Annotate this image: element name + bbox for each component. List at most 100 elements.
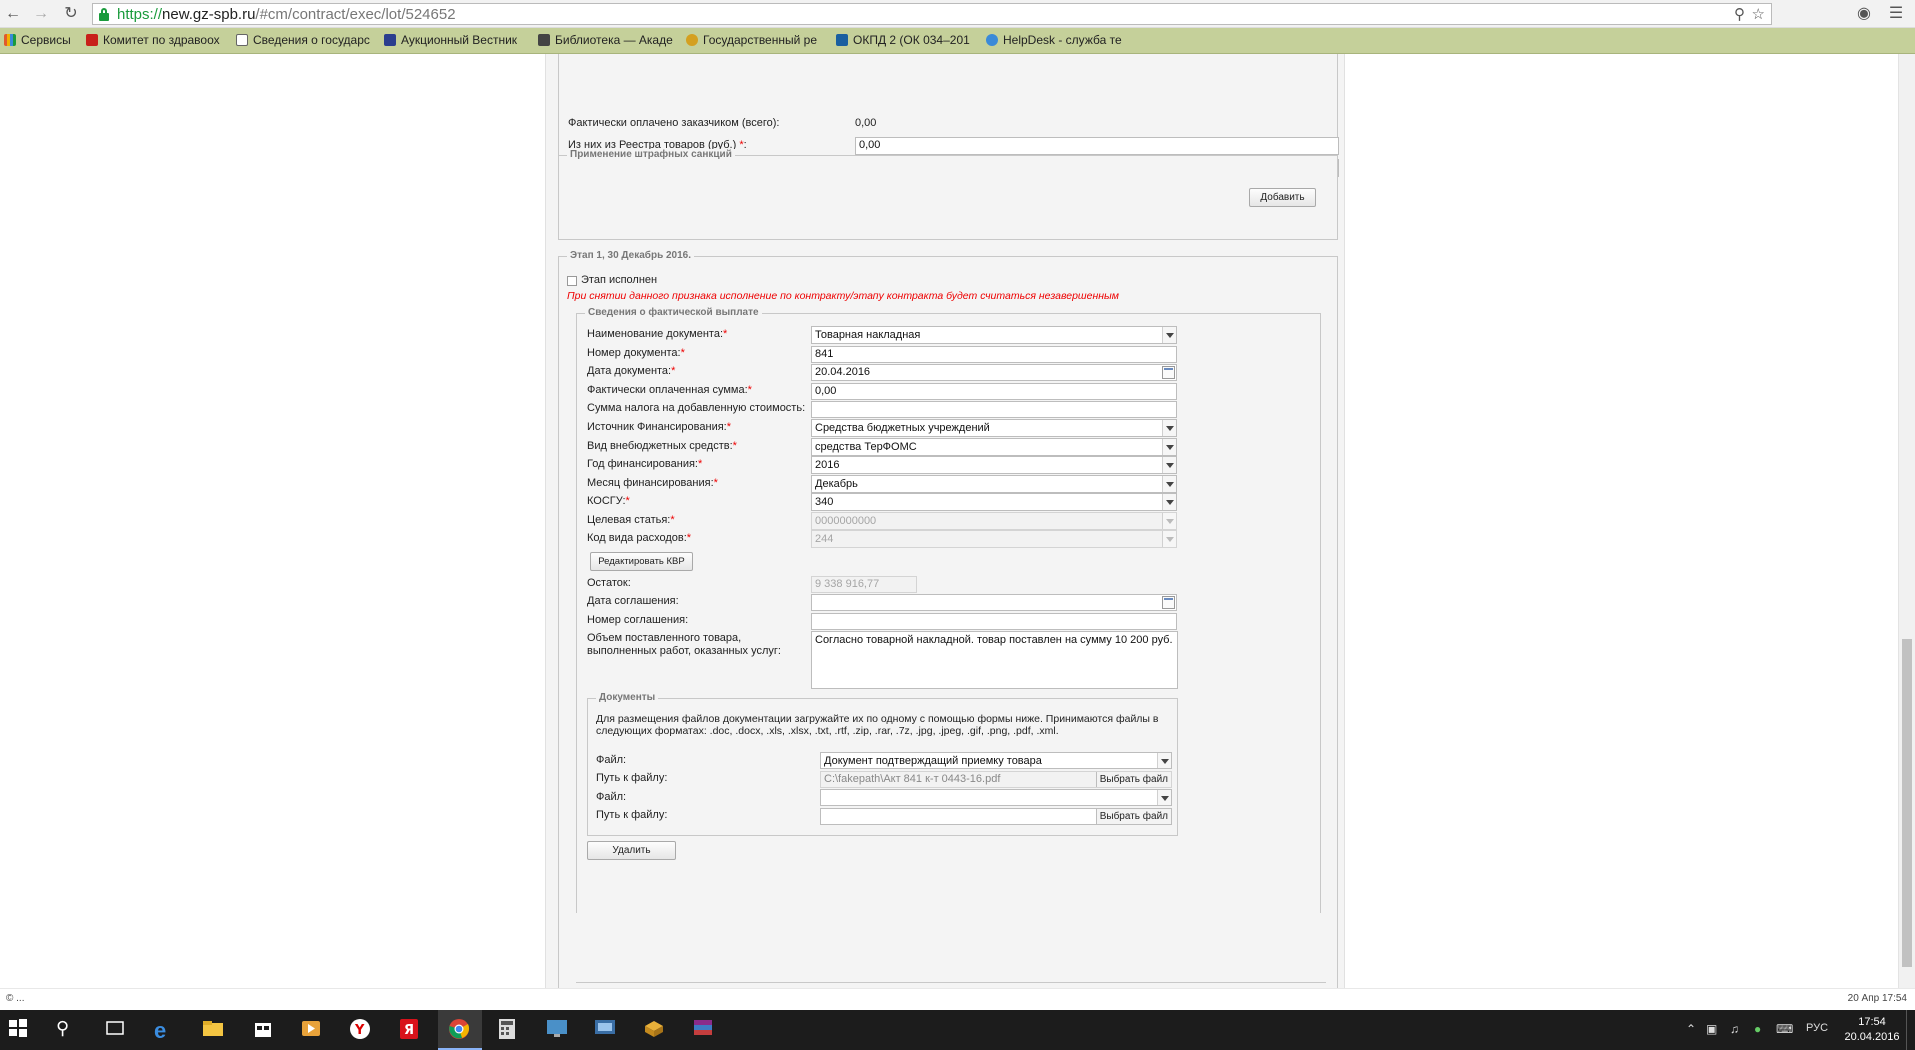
choose-file-button-1[interactable]: Выбрать файл [1095,772,1171,787]
delete-button[interactable]: Удалить [587,841,676,860]
calculator-icon[interactable] [497,1018,521,1042]
tray-chevron-icon[interactable]: ⌃ [1686,1022,1696,1036]
bookmarks-bar: Сервисы Комитет по здравоох Сведения о г… [0,28,1915,54]
stage-fieldset: Этап 1, 30 Декабрь 2016. Этап исполнен П… [558,250,1338,988]
zoom-icon[interactable]: ⚲ [1734,5,1745,23]
paid-total-label: Фактически оплачено заказчиком (всего): [568,117,780,129]
archive-icon[interactable] [643,1018,667,1042]
doc-number-input[interactable]: 841 [811,346,1177,363]
remote-desktop-icon[interactable] [546,1018,570,1042]
browser-toolbar: ← → ↻ https://new.gz-spb.ru/#cm/contract… [0,0,1915,28]
show-desktop-divider[interactable] [1906,1010,1907,1050]
documents-legend: Документы [596,692,659,703]
doc-name-select[interactable]: Товарная накладная [811,326,1177,344]
target-article-label: Целевая статья:* [587,514,675,526]
chevron-down-icon [1162,494,1176,510]
page-content: Фактически оплачено заказчиком (всего): … [0,54,1915,988]
stage-legend: Этап 1, 30 Декабрь 2016. [567,250,695,261]
language-indicator[interactable]: РУС [1806,1022,1828,1034]
registry-input[interactable]: 0,00 [855,137,1339,155]
source-select[interactable]: Средства бюджетных учреждений [811,419,1177,437]
page-scrollbar[interactable] [1898,54,1915,988]
reload-icon[interactable]: ↻ [60,4,82,24]
page-icon [538,34,550,46]
forward-icon[interactable]: → [30,4,52,24]
menu-icon[interactable]: ☰ [1885,4,1907,24]
stage-done-checkbox[interactable] [567,276,577,286]
documents-hint: Для размещения файлов документации загру… [596,713,1159,737]
task-view-icon[interactable] [104,1018,128,1042]
chrome-icon[interactable] [448,1018,472,1042]
choose-file-button-2[interactable]: Выбрать файл [1095,809,1171,824]
clock-date: 20.04.2016 [1844,1031,1900,1043]
paid-total-value: 0,00 [855,117,877,129]
year-label: Год финансирования:* [587,458,703,470]
yandex-browser-icon[interactable]: Y [349,1018,373,1042]
form-container: Фактически оплачено заказчиком (всего): … [545,54,1345,988]
bookmark-apps[interactable]: Сервисы [4,33,84,47]
file-type-select-2[interactable] [820,789,1172,806]
search-icon[interactable]: ⚲ [56,1018,80,1042]
bookmark-3[interactable]: Аукционный Вестник [384,33,524,47]
vat-label: Сумма налога на добавленную стоимость: [587,402,806,414]
volume-textarea[interactable]: Согласно товарной накладной. товар поста… [811,631,1178,689]
emblem-icon [86,34,98,46]
apps-icon [4,34,16,46]
vat-input[interactable] [811,401,1177,418]
paid-sum-input[interactable]: 0,00 [811,383,1177,400]
network-icon[interactable]: ▣ [1706,1022,1717,1036]
file-path-input-2[interactable]: Выбрать файл [820,808,1172,825]
file-type-select-1[interactable]: Документ подтверждащий приемку товара [820,752,1172,769]
add-penalty-button[interactable]: Добавить [1249,188,1316,207]
divider [576,982,1326,983]
url-text: https://new.gz-spb.ru/#cm/contract/exec/… [117,6,456,23]
network-app-icon[interactable] [594,1018,618,1042]
agreement-number-input[interactable] [811,613,1177,630]
kosgu-label: КОСГУ:* [587,495,630,507]
file-label-2: Файл: [596,791,627,803]
penalties-legend: Применение штрафных санкций [567,149,735,160]
tray-keyboard-icon[interactable]: ⌨ [1776,1022,1793,1036]
scrollbar-thumb[interactable] [1902,639,1912,967]
bookmark-2[interactable]: Сведения о государс [236,33,371,47]
media-player-icon[interactable] [300,1018,324,1042]
chevron-down-icon [1162,476,1176,492]
star-icon[interactable]: ☆ [1752,5,1765,23]
folder-icon[interactable] [202,1018,226,1042]
bookmark-6[interactable]: ОКПД 2 (ОК 034–201 [836,33,971,47]
bookmark-7[interactable]: HelpDesk - служба те [986,33,1126,47]
bookmark-4[interactable]: Библиотека — Акаде [538,33,673,47]
calendar-icon[interactable] [1162,596,1175,609]
chevron-down-icon [1157,753,1171,768]
doc-date-input[interactable]: 20.04.2016 [811,364,1177,381]
year-select[interactable]: 2016 [811,456,1177,474]
kosgu-select[interactable]: 340 [811,493,1177,511]
extension-icon[interactable]: ◉ [1853,4,1875,24]
page-icon [236,34,248,46]
bookmark-1[interactable]: Комитет по здравоох [86,33,221,47]
internet-explorer-icon[interactable]: e [154,1018,178,1043]
volume-icon[interactable]: ♫ [1730,1022,1739,1036]
chevron-down-icon [1162,420,1176,436]
file-path-input-1[interactable]: C:\fakepath\Акт 841 к-т 0443-16.pdf Выбра… [820,771,1172,788]
edit-kvr-button[interactable]: Редактировать КВР [590,552,693,571]
clock[interactable]: 17:54 20.04.2016 [1842,1015,1902,1045]
stage-done-label: Этап исполнен [581,274,658,286]
chevron-down-icon [1157,790,1171,805]
back-icon[interactable]: ← [2,4,24,24]
file-label-1: Файл: [596,754,627,766]
offbudget-select[interactable]: средства ТерФОМС [811,438,1177,456]
status-left-text: © ... [6,993,25,1004]
store-icon[interactable] [252,1018,276,1042]
doc-number-label: Номер документа:* [587,347,685,359]
tray-app-icon[interactable]: ● [1754,1022,1761,1036]
address-bar[interactable]: https://new.gz-spb.ru/#cm/contract/exec/… [92,3,1772,25]
agreement-date-input[interactable] [811,594,1177,611]
winrar-icon[interactable] [692,1018,716,1042]
yandex-icon[interactable]: Я [398,1018,422,1042]
month-select[interactable]: Декабрь [811,475,1177,493]
windows-start-icon[interactable] [8,1018,32,1042]
calendar-icon[interactable] [1162,366,1175,379]
chevron-down-icon [1162,439,1176,455]
bookmark-5[interactable]: Государственный ре [686,33,821,47]
